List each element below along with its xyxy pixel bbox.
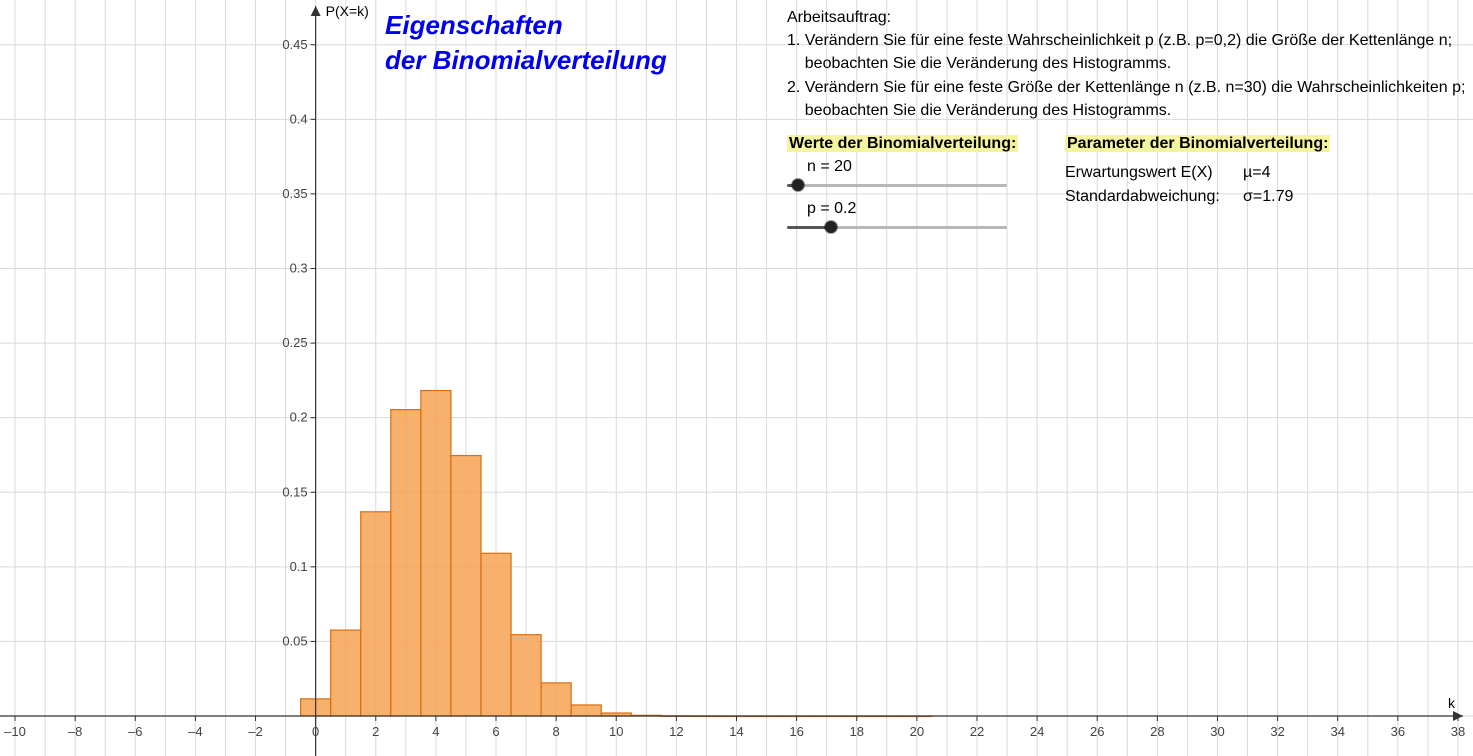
x-tick-label: 0 [312, 724, 319, 739]
param-sd-value: σ=1.79 [1243, 188, 1293, 206]
y-tick-label: 0.2 [290, 410, 308, 425]
assignment-item-1a: 1. Verändern Sie für eine feste Wahrsche… [787, 29, 1473, 52]
params-section: Parameter der Binomialverteilung: [1065, 132, 1330, 155]
x-tick-label: 2 [372, 724, 379, 739]
y-tick-label: 0.45 [282, 37, 307, 52]
bar-k-6 [481, 553, 511, 716]
bar-k-1 [331, 630, 361, 716]
title-line-1: Eigenschaften [385, 10, 563, 40]
y-tick-label: 0.35 [282, 186, 307, 201]
assignment-item-1b: beobachten Sie die Veränderung des Histo… [787, 52, 1473, 75]
y-ticks: 0.05 0.1 0.15 0.2 0.25 0.3 0.35 0.4 0.45 [282, 37, 315, 649]
bar-k-8 [541, 683, 571, 716]
param-ev-label: Erwartungswert E(X) [1065, 164, 1225, 182]
title-line-2: der Binomialverteilung [385, 45, 667, 75]
x-tick-label: 36 [1391, 724, 1405, 739]
x-axis-label: k [1448, 695, 1456, 711]
x-tick-label: –2 [248, 724, 262, 739]
assignment-item-2a: 2. Verändern Sie für eine feste Größe de… [787, 76, 1473, 99]
params-section-label: Parameter der Binomialverteilung: [1065, 135, 1330, 152]
x-tick-label: 20 [910, 724, 924, 739]
values-section-label: Werte der Binomialverteilung: [787, 135, 1018, 152]
param-sd-label: Standardabweichung: [1065, 188, 1225, 206]
slider-p-thumb[interactable] [825, 221, 837, 233]
x-tick-label: 18 [850, 724, 864, 739]
x-tick-label: 28 [1150, 724, 1164, 739]
x-ticks: –10–8–6–4–202468101214161820222426283032… [4, 716, 1465, 739]
y-tick-label: 0.05 [282, 633, 307, 648]
assignment-block: Arbeitsauftrag: 1. Verändern Sie für ein… [787, 6, 1473, 122]
assignment-item-2b: beobachten Sie die Veränderung des Histo… [787, 99, 1473, 122]
x-tick-label: 24 [1030, 724, 1044, 739]
x-tick-label: –4 [188, 724, 202, 739]
bar-k-2 [361, 512, 391, 716]
slider-p-track[interactable] [787, 220, 1007, 234]
x-tick-label: –6 [128, 724, 142, 739]
slider-n-thumb[interactable] [792, 179, 804, 191]
x-tick-label: –8 [68, 724, 82, 739]
params-table: Erwartungswert E(X) µ=4 Standardabweichu… [1065, 158, 1293, 206]
x-tick-label: 26 [1090, 724, 1104, 739]
slider-p-label: p = 0.2 [807, 200, 1007, 218]
slider-n-track[interactable] [787, 178, 1007, 192]
x-tick-label: 6 [492, 724, 499, 739]
bar-k-9 [571, 705, 601, 716]
x-tick-label: 34 [1330, 724, 1344, 739]
x-tick-label: 22 [970, 724, 984, 739]
slider-n-label: n = 20 [807, 158, 1007, 176]
slider-p[interactable]: p = 0.2 [787, 200, 1007, 234]
y-tick-label: 0.3 [290, 261, 308, 276]
y-tick-label: 0.4 [290, 111, 308, 126]
x-tick-label: 8 [553, 724, 560, 739]
x-tick-label: 30 [1210, 724, 1224, 739]
values-section: Werte der Binomialverteilung: [787, 132, 1018, 155]
param-ev-value: µ=4 [1243, 164, 1270, 182]
slider-n[interactable]: n = 20 [787, 158, 1007, 192]
y-tick-label: 0.15 [282, 484, 307, 499]
bar-k-5 [451, 456, 481, 716]
bar-k-4 [421, 391, 451, 716]
x-tick-label: 4 [432, 724, 439, 739]
x-tick-label: 10 [609, 724, 623, 739]
bar-k-3 [391, 410, 421, 716]
chart-title: Eigenschaften der Binomialverteilung [385, 8, 667, 78]
y-axis-label: P(X=k) [326, 3, 369, 19]
x-tick-label: 12 [669, 724, 683, 739]
x-tick-label: 32 [1270, 724, 1284, 739]
bar-k-7 [511, 635, 541, 716]
y-tick-label: 0.25 [282, 335, 307, 350]
x-tick-label: 16 [789, 724, 803, 739]
assignment-header: Arbeitsauftrag: [787, 6, 1473, 29]
y-tick-label: 0.1 [290, 559, 308, 574]
x-tick-label: –10 [4, 724, 26, 739]
x-tick-label: 38 [1451, 724, 1465, 739]
x-tick-label: 14 [729, 724, 743, 739]
